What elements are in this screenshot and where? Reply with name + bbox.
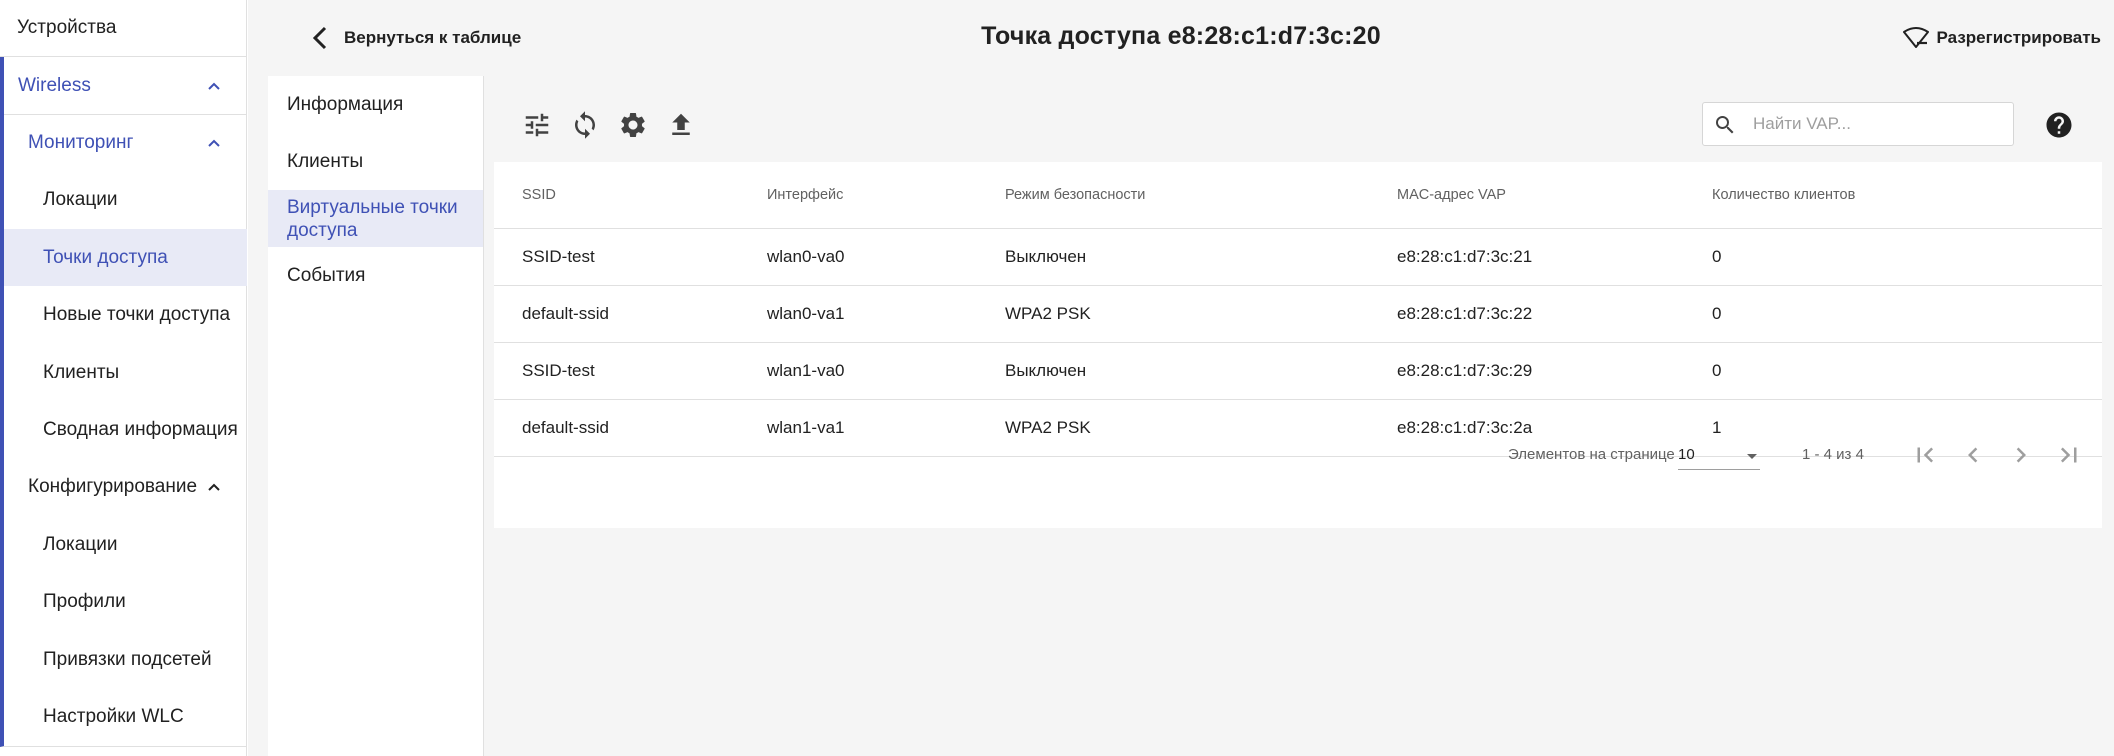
tab-label: Виртуальные точки доступа <box>287 196 458 241</box>
cell-interface: wlan1-va0 <box>739 342 977 400</box>
cell-security-mode: Выключен <box>977 342 1369 400</box>
sidebar-item-devices[interactable]: Устройства <box>0 0 247 57</box>
chevron-up-icon <box>208 82 220 90</box>
cell-ssid: default-ssid <box>494 285 739 343</box>
tab-virtual-access-points[interactable]: Виртуальные точки доступа <box>268 190 483 247</box>
sidebar-item-configuration[interactable]: Конфигурирование <box>4 458 247 515</box>
sidebar-item-label: Локации <box>43 533 118 555</box>
sidebar-item-new-access-points[interactable]: Новые точки доступа <box>4 286 247 343</box>
table-toolbar <box>494 86 2102 162</box>
sidebar-item-label: Привязки подсетей <box>43 648 212 670</box>
cell-vap-mac: e8:28:c1:d7:3c:22 <box>1369 285 1684 343</box>
first-page-icon[interactable] <box>1910 440 1940 470</box>
cell-vap-mac: e8:28:c1:d7:3c:21 <box>1369 228 1684 286</box>
search-box <box>1702 102 2014 146</box>
table-row[interactable]: SSID-test wlan1-va0 Выключен e8:28:c1:d7… <box>494 342 2102 400</box>
tab-events[interactable]: События <box>268 247 483 304</box>
settings-icon[interactable] <box>618 110 648 140</box>
table-header-row: SSID Интерфейс Режим безопасности MAC-ад… <box>494 162 2102 229</box>
page-range-label: 1 - 4 из 4 <box>1802 446 1864 463</box>
search-icon <box>1716 116 1734 134</box>
tab-information[interactable]: Информация <box>268 76 483 133</box>
page-size-value: 10 <box>1678 446 1695 463</box>
chevron-up-icon <box>208 483 220 491</box>
sidebar-item-label: Wireless <box>18 74 91 96</box>
column-header-ssid[interactable]: SSID <box>494 162 739 229</box>
sidebar-item-label: Конфигурирование <box>28 475 198 497</box>
cell-client-count: 0 <box>1684 228 2102 286</box>
help-icon[interactable] <box>2044 110 2074 140</box>
search-input[interactable] <box>1753 103 2003 145</box>
sidebar-item-monitoring[interactable]: Мониторинг <box>4 114 247 171</box>
tab-label: Информация <box>287 94 404 115</box>
cell-security-mode: WPA2 PSK <box>977 285 1369 343</box>
sidebar-item-config-locations[interactable]: Локации <box>4 516 247 573</box>
sidebar-item-label: Локации <box>43 188 118 210</box>
previous-page-icon[interactable] <box>1958 440 1988 470</box>
last-page-icon[interactable] <box>2054 440 2084 470</box>
caret-down-icon <box>1747 454 1757 459</box>
sidebar-item-label: Новые точки доступа <box>43 303 231 325</box>
sidebar-item-access-points[interactable]: Точки доступа <box>4 229 247 286</box>
column-header-client-count[interactable]: Количество клиентов <box>1684 162 2102 229</box>
table-row[interactable]: default-ssid wlan0-va1 WPA2 PSK e8:28:c1… <box>494 285 2102 343</box>
cell-ssid: SSID-test <box>494 228 739 286</box>
sidebar-item-label: Профили <box>43 590 126 612</box>
sidebar-item-profiles[interactable]: Профили <box>4 573 247 630</box>
sidebar-item-label: Мониторинг <box>28 131 134 153</box>
unregister-icon <box>1902 27 1929 48</box>
cell-ssid: SSID-test <box>494 342 739 400</box>
vap-table-card: SSID Интерфейс Режим безопасности MAC-ад… <box>494 86 2102 528</box>
page-header: Вернуться к таблице Точка доступа e8:28:… <box>248 0 2114 76</box>
tab-label: События <box>287 265 366 286</box>
tab-label: Клиенты <box>287 151 364 172</box>
access-point-subnav: Информация Клиенты Виртуальные точки дос… <box>268 76 484 756</box>
table-row[interactable]: SSID-test wlan0-va0 Выключен e8:28:c1:d7… <box>494 228 2102 286</box>
vap-table: SSID Интерфейс Режим безопасности MAC-ад… <box>494 162 2102 457</box>
paginator: Элементов на странице 10 1 - 4 из 4 <box>494 422 2102 488</box>
cell-interface: wlan0-va1 <box>739 285 977 343</box>
upload-icon[interactable] <box>666 110 696 140</box>
column-header-security-mode[interactable]: Режим безопасности <box>977 162 1369 229</box>
cell-vap-mac: e8:28:c1:d7:3c:29 <box>1369 342 1684 400</box>
sidebar-item-label: Настройки WLC <box>43 705 184 727</box>
column-header-vap-mac[interactable]: MAC-адрес VAP <box>1369 162 1684 229</box>
cell-client-count: 0 <box>1684 342 2102 400</box>
sidebar-item-label: Устройства <box>17 17 117 38</box>
items-per-page-label: Элементов на странице <box>1508 446 1675 463</box>
sidebar-item-summary[interactable]: Сводная информация <box>4 401 247 458</box>
cell-client-count: 0 <box>1684 285 2102 343</box>
subnav-gutter <box>248 76 268 756</box>
tab-clients[interactable]: Клиенты <box>268 133 483 190</box>
unregister-label: Разрегистрировать <box>1936 28 2101 47</box>
sidebar-wireless-group: Wireless Мониторинг Локации Точки доступ… <box>0 57 247 747</box>
sidebar: Устройства Wireless Мониторинг Локации Т… <box>0 0 247 756</box>
sidebar-item-label: Точки доступа <box>43 246 168 268</box>
page-size-select[interactable]: 10 <box>1678 440 1760 470</box>
tune-icon[interactable] <box>522 110 552 140</box>
next-page-icon[interactable] <box>2006 440 2036 470</box>
chevron-up-icon <box>208 139 220 147</box>
cell-security-mode: Выключен <box>977 228 1369 286</box>
sidebar-item-label: Клиенты <box>43 361 120 383</box>
sidebar-item-monitoring-locations[interactable]: Локации <box>4 171 247 228</box>
cell-interface: wlan0-va0 <box>739 228 977 286</box>
sidebar-item-wlc-settings[interactable]: Настройки WLC <box>4 688 247 745</box>
page-title: Точка доступа e8:28:c1:d7:3c:20 <box>981 22 1381 50</box>
sidebar-item-wireless[interactable]: Wireless <box>4 57 247 114</box>
column-header-interface[interactable]: Интерфейс <box>739 162 977 229</box>
sidebar-item-subnet-bindings[interactable]: Привязки подсетей <box>4 631 247 688</box>
sync-icon[interactable] <box>570 110 600 140</box>
unregister-button[interactable]: Разрегистрировать <box>1901 20 2101 56</box>
app-root: Устройства Wireless Мониторинг Локации Т… <box>0 0 2114 756</box>
sidebar-item-label: Сводная информация <box>43 418 238 440</box>
sidebar-item-clients[interactable]: Клиенты <box>4 344 247 401</box>
